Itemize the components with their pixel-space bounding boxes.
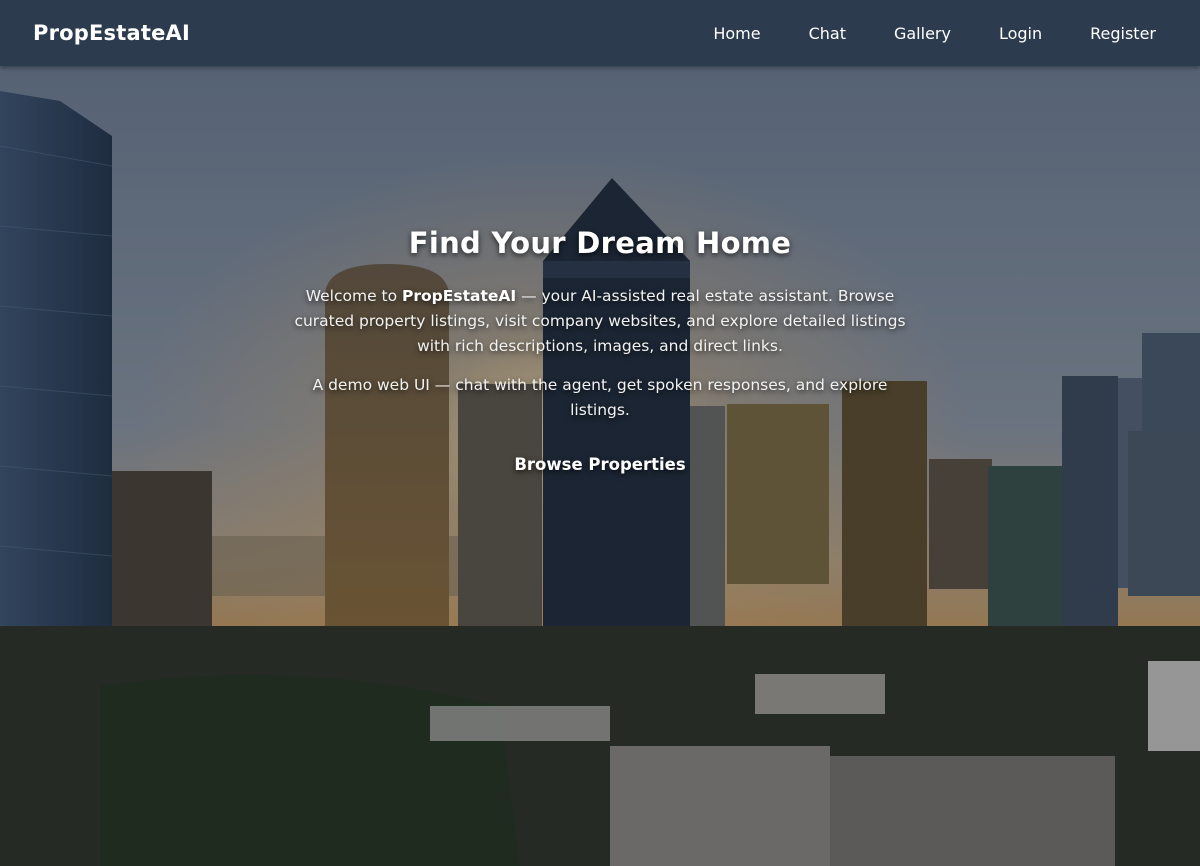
hero-section: Find Your Dream Home Welcome to PropEsta…	[0, 66, 1200, 866]
nav-link-home[interactable]: Home	[713, 24, 760, 43]
hero-title: Find Your Dream Home	[408, 226, 792, 260]
nav-link-gallery[interactable]: Gallery	[894, 24, 951, 43]
browse-properties-button[interactable]: Browse Properties	[514, 455, 685, 474]
hero-content: Find Your Dream Home Welcome to PropEsta…	[290, 226, 910, 474]
brand-logo-link[interactable]: PropEstateAI	[33, 21, 190, 45]
hero-intro-prefix: Welcome to	[305, 287, 403, 305]
nav-link-register[interactable]: Register	[1090, 24, 1156, 43]
nav-links: Home Chat Gallery Login Register	[665, 24, 1156, 43]
nav-link-login[interactable]: Login	[999, 24, 1042, 43]
hero-intro-text: Welcome to PropEstateAI — your AI-assist…	[290, 284, 910, 359]
hero-subtext: A demo web UI — chat with the agent, get…	[312, 376, 888, 419]
top-navbar: PropEstateAI Home Chat Gallery Login Reg…	[0, 0, 1200, 66]
hero-intro-brand: PropEstateAI	[402, 287, 517, 305]
nav-link-chat[interactable]: Chat	[809, 24, 846, 43]
